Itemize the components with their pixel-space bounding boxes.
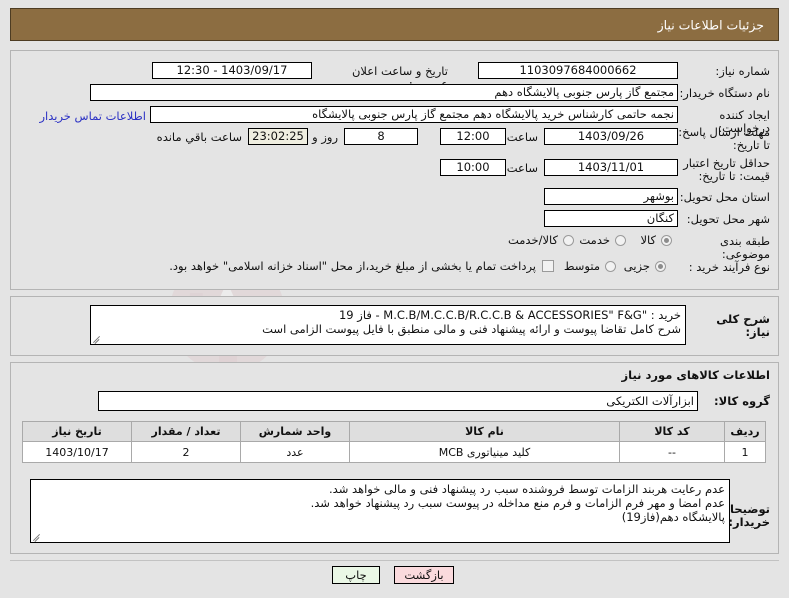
price-validity-date[interactable]: 1403/11/01 (544, 159, 678, 176)
table-row[interactable]: 1 -- کلید مینیاتوری MCB عدد 2 1403/10/17 (22, 441, 766, 463)
resize-grip-icon[interactable] (92, 333, 102, 343)
cell-qty: 2 (131, 441, 241, 463)
need-number-value[interactable]: 1103097684000662 (478, 62, 678, 79)
print-button[interactable]: چاپ (332, 566, 380, 584)
city-label: شهر محل تحویل: (686, 212, 770, 226)
province-value[interactable]: بوشهر (544, 188, 678, 205)
col-row: ردیف (724, 421, 766, 442)
buyer-org-value[interactable]: مجتمع گاز پارس جنوبی پالایشگاه دهم (90, 84, 678, 101)
description-label: شرح کلی نیاز: (716, 312, 770, 339)
col-qty: تعداد / مقدار (131, 421, 241, 442)
deadline-date[interactable]: 1403/09/26 (544, 128, 678, 145)
remaining-days: 8 (344, 128, 418, 145)
cell-unit: عدد (240, 441, 350, 463)
goods-section-title: اطلاعات کالاهای مورد نیاز (621, 368, 770, 382)
cell-code: -- (619, 441, 725, 463)
remaining-time: 23:02:25 (248, 128, 308, 145)
col-unit: واحد شمارش (240, 421, 350, 442)
goods-panel: اطلاعات کالاهای مورد نیاز گروه کالا: ابز… (10, 362, 779, 554)
col-code: کد کالا (619, 421, 725, 442)
category-radio-service[interactable] (615, 235, 626, 246)
need-number-label: شماره نیاز: (715, 64, 770, 78)
price-validity-hour[interactable]: 10:00 (440, 159, 506, 176)
category-label: طبقه بندی موضوعی: (720, 234, 770, 261)
goods-group-value[interactable]: ابزارآلات الکتریکی (98, 391, 698, 411)
buyer-notes-textarea[interactable]: عدم رعایت هربند الزامات توسط فروشنده سبب… (30, 479, 730, 543)
description-textarea[interactable]: خرید : "M.C.B/M.C.C.B/R.C.C.B & ACCESSOR… (90, 305, 686, 345)
treasury-checkbox[interactable] (542, 260, 554, 272)
buyer-notes-line-1: عدم رعایت هربند الزامات توسط فروشنده سبب… (329, 482, 725, 496)
col-name: نام کالا (349, 421, 620, 442)
page-title: جزئیات اطلاعات نیاز (657, 17, 764, 32)
process-option-medium: متوسط (563, 259, 600, 273)
deadline-hour[interactable]: 12:00 (440, 128, 506, 145)
buyer-org-label: نام دستگاه خریدار: (679, 86, 770, 100)
deadline-label: مهلت ارسال پاسخ: تا تاریخ: (678, 125, 770, 152)
category-radio-goods[interactable] (661, 235, 672, 246)
buyer-notes-line-3: پالایشگاه دهم(فاز19) (621, 510, 725, 524)
remaining-suffix: ساعت باقي مانده (156, 130, 242, 144)
process-option-minor: جزیی (623, 259, 650, 273)
price-validity-label: حداقل تاریخ اعتبار قیمت: تا تاریخ: (683, 156, 770, 183)
remaining-days-label: روز و (312, 130, 338, 144)
description-line-1: خرید : "M.C.B/M.C.C.B/R.C.C.B & ACCESSOR… (338, 308, 681, 322)
category-radio-goods-service[interactable] (563, 235, 574, 246)
cell-name: کلید مینیاتوری MCB (349, 441, 620, 463)
public-announce-value[interactable]: 1403/09/17 - 12:30 (152, 62, 312, 79)
page-root: AriaTender .net جزئیات اطلاعات نیاز شمار… (0, 0, 789, 598)
process-radio-medium[interactable] (605, 261, 616, 272)
price-validity-hour-label: ساعت (506, 161, 538, 175)
col-need-date: تاریخ نیاز (22, 421, 132, 442)
cell-need-date: 1403/10/17 (22, 441, 132, 463)
page-header-bar: جزئیات اطلاعات نیاز (10, 8, 779, 41)
resize-grip-icon-notes[interactable] (32, 531, 42, 541)
treasury-checkbox-label: پرداخت تمام یا بخشی از مبلغ خرید،از محل … (169, 259, 536, 273)
footer-divider (10, 560, 779, 561)
cell-row: 1 (724, 441, 766, 463)
deadline-hour-label: ساعت (506, 130, 538, 144)
table-header-row: ردیف کد کالا نام کالا واحد شمارش تعداد /… (22, 421, 766, 442)
need-info-panel: شماره نیاز: 1103097684000662 تاریخ و ساع… (10, 50, 779, 290)
process-radio-minor[interactable] (655, 261, 666, 272)
process-type-label: نوع فرآیند خرید : (688, 260, 770, 274)
category-option-service: خدمت (579, 233, 610, 247)
back-button[interactable]: بازگشت (394, 566, 454, 584)
requester-value[interactable]: نجمه حاتمی کارشناس خرید پالایشگاه دهم مج… (150, 106, 678, 123)
city-value[interactable]: کنگان (544, 210, 678, 227)
category-option-goods-service: کالا/خدمت (507, 233, 558, 247)
province-label: استان محل تحویل: (679, 190, 770, 204)
description-line-2: شرح کامل تقاضا پیوست و ارائه پیشنهاد فنی… (262, 322, 681, 336)
category-option-goods: کالا (640, 233, 656, 247)
need-description-panel: شرح کلی نیاز: خرید : "M.C.B/M.C.C.B/R.C.… (10, 296, 779, 356)
goods-group-label: گروه کالا: (714, 394, 770, 408)
goods-table: ردیف کد کالا نام کالا واحد شمارش تعداد /… (22, 421, 766, 463)
buyer-notes-line-2: عدم امضا و مهر فرم الزامات و فرم منع مدا… (310, 496, 725, 510)
buyer-contact-link[interactable]: اطلاعات تماس خریدار (39, 109, 146, 123)
